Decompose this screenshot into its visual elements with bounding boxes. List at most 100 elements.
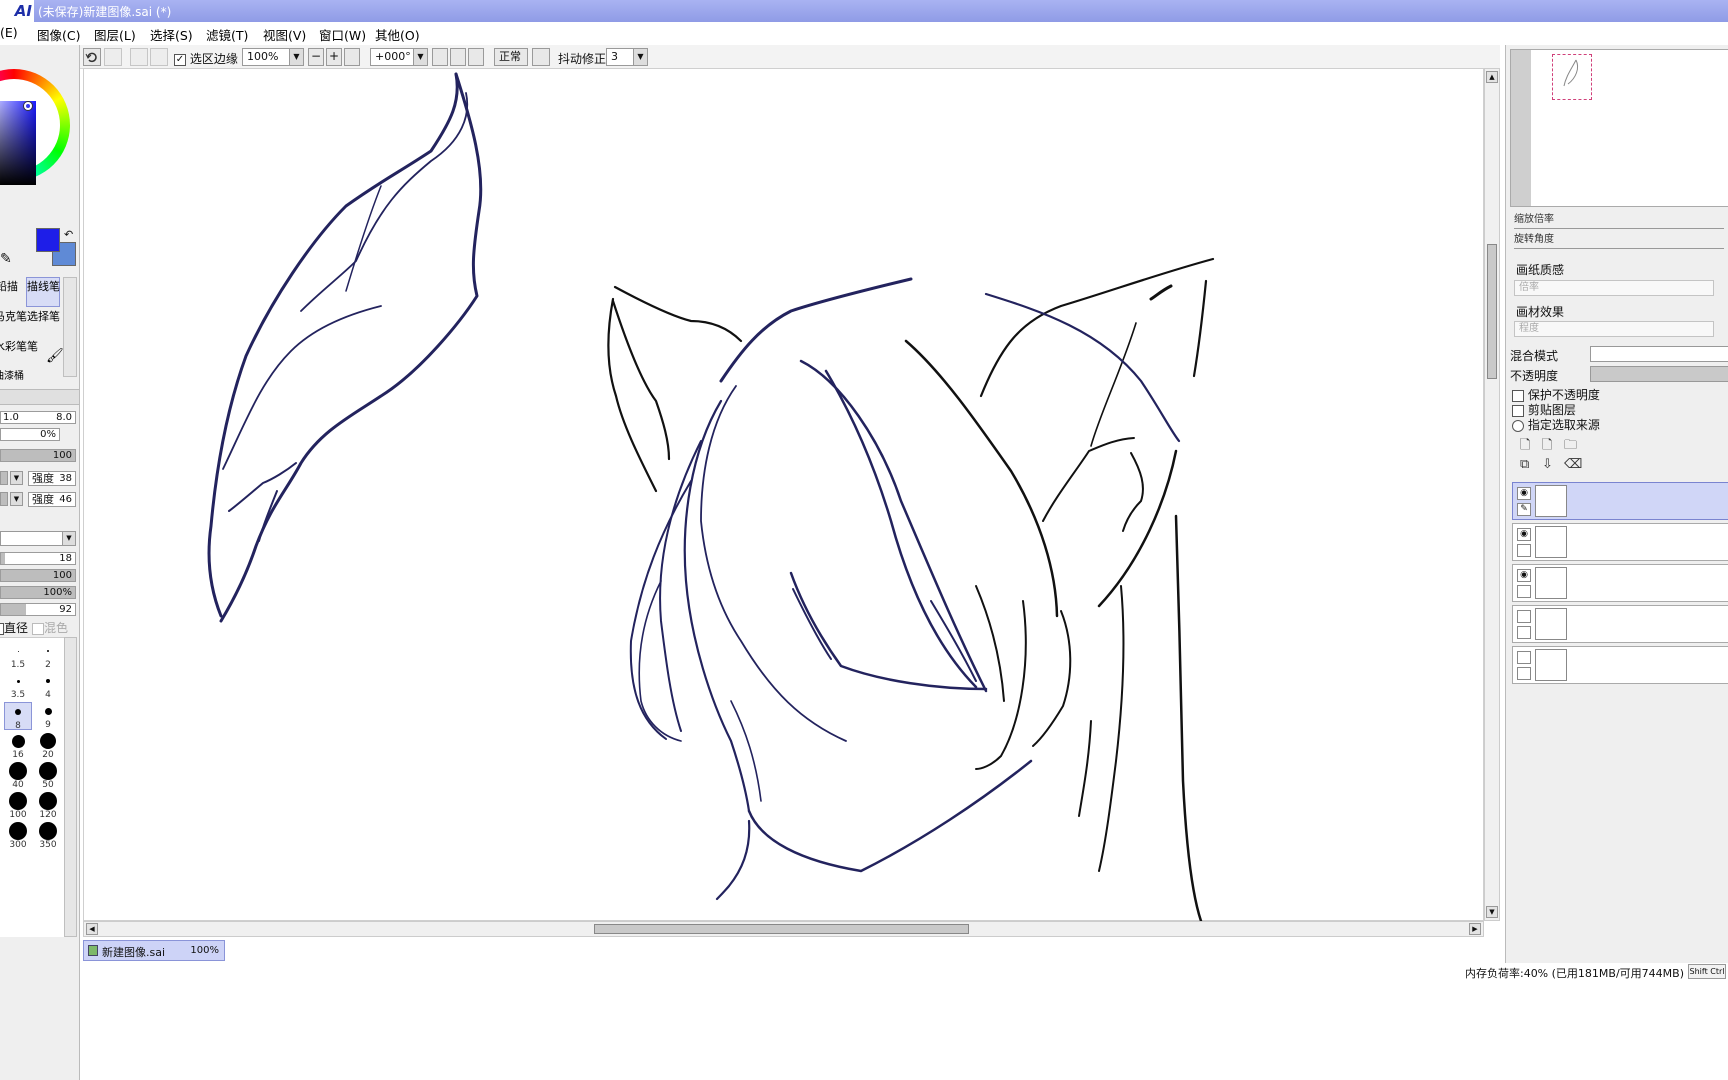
new-folder-icon[interactable]: 🗀: [1564, 436, 1577, 458]
tool-marker[interactable]: 马克笔: [0, 308, 27, 324]
brush-size-option[interactable]: 1.5: [4, 642, 32, 670]
canvas-horizontal-scrollbar[interactable]: ◀ ▶: [83, 921, 1484, 937]
new-layer-icon[interactable]: 🗋: [1520, 436, 1530, 458]
layer-item[interactable]: ◉ ✎: [1512, 482, 1728, 520]
selection-source-toggle[interactable]: 指定选取来源: [1512, 416, 1600, 433]
swap-colors-icon[interactable]: ↶: [64, 228, 73, 241]
menu-window[interactable]: 窗口(W): [319, 25, 366, 44]
menu-select[interactable]: 选择(S): [150, 25, 193, 44]
tool-lineart-pen[interactable]: 描线笔: [27, 278, 60, 294]
chevron-down-icon[interactable]: ▼: [10, 492, 23, 506]
saturation-value-box[interactable]: [0, 101, 36, 185]
brush-size-option[interactable]: 350: [34, 822, 62, 850]
min-size-slider[interactable]: 0%: [0, 428, 60, 441]
brush-size-option[interactable]: 8: [4, 702, 32, 731]
paper-texture-scale-field[interactable]: 倍率: [1514, 280, 1714, 296]
tool-pen[interactable]: 笔: [27, 338, 38, 354]
menu-edit[interactable]: (E): [0, 25, 18, 40]
tool-list-scrollbar[interactable]: [63, 277, 77, 377]
texture-select[interactable]: [0, 492, 8, 506]
zoom-in-button[interactable]: +: [326, 48, 342, 66]
color-picker-handle[interactable]: [24, 102, 32, 110]
zoom-out-button[interactable]: −: [308, 48, 324, 66]
brush-size-scrollbar[interactable]: [64, 637, 77, 937]
scroll-thumb[interactable]: [1487, 244, 1497, 379]
zoom-factor-slider[interactable]: [1514, 224, 1724, 229]
eye-icon[interactable]: ◉: [1517, 528, 1531, 541]
brush-size-option[interactable]: 100: [4, 792, 32, 820]
navigator-preview[interactable]: [1510, 49, 1728, 207]
visibility-toggle[interactable]: [1517, 651, 1531, 664]
scroll-up-icon[interactable]: ▲: [1486, 71, 1498, 83]
opacity-slider[interactable]: [1590, 366, 1728, 382]
brush-size-option[interactable]: 300: [4, 822, 32, 850]
brush-size-option[interactable]: 40: [4, 762, 32, 790]
brush-shape-row[interactable]: [0, 389, 79, 405]
redo-button[interactable]: [104, 48, 122, 66]
brush-size-option[interactable]: 16: [4, 732, 32, 760]
layer-item[interactable]: ◉: [1512, 523, 1728, 561]
rotation-angle-slider[interactable]: [1514, 244, 1724, 249]
tool-pencil[interactable]: 铅描: [0, 278, 18, 294]
invert-selection-button[interactable]: [150, 48, 168, 66]
zoom-select[interactable]: 100% ▼: [242, 48, 304, 66]
deselect-button[interactable]: [130, 48, 148, 66]
selection-edge-toggle[interactable]: ✓ 选区边缘: [174, 50, 238, 67]
layer-item[interactable]: ◉: [1512, 564, 1728, 602]
layer-item[interactable]: [1512, 605, 1728, 643]
diameter-toggle[interactable]: 直径: [0, 619, 28, 636]
blend-select[interactable]: ▼: [0, 531, 76, 546]
brush-size-option[interactable]: 20: [34, 732, 62, 760]
tool-watercolor[interactable]: 水彩笔: [0, 338, 27, 354]
rotate-left-button[interactable]: [432, 48, 448, 66]
chevron-down-icon[interactable]: ▼: [10, 471, 23, 485]
eye-icon[interactable]: ◉: [1517, 487, 1531, 500]
menu-filter[interactable]: 滤镜(T): [206, 25, 248, 44]
undo-button[interactable]: [83, 48, 101, 66]
pencil-icon[interactable]: ✎: [1517, 503, 1531, 516]
scroll-down-icon[interactable]: ▼: [1486, 906, 1498, 918]
scroll-left-icon[interactable]: ◀: [86, 923, 98, 935]
tool-bucket[interactable]: 油漆桶: [0, 367, 24, 382]
lock-toggle[interactable]: [1517, 667, 1531, 680]
lock-toggle[interactable]: [1517, 544, 1531, 557]
brush-size-option[interactable]: 4: [34, 672, 62, 700]
menu-layer[interactable]: 图层(L): [94, 25, 136, 44]
shape-strength-slider[interactable]: 强度 38: [28, 471, 76, 486]
rotate-right-button[interactable]: [450, 48, 466, 66]
primary-color-swatch[interactable]: [36, 228, 60, 252]
blend-mode-button[interactable]: 正常: [494, 48, 528, 66]
merge-down-icon[interactable]: ⇩: [1542, 457, 1553, 472]
scroll-right-icon[interactable]: ▶: [1469, 923, 1481, 935]
paper-effect-strength-field[interactable]: 程度: [1514, 321, 1714, 337]
eyedropper-icon[interactable]: ✎: [0, 251, 12, 267]
menu-view[interactable]: 视图(V): [263, 25, 306, 44]
rotate-reset-button[interactable]: [468, 48, 484, 66]
smoothness-slider[interactable]: 92: [0, 603, 76, 616]
new-vector-layer-icon[interactable]: 🗋: [1542, 436, 1552, 458]
canvas-vertical-scrollbar[interactable]: ▲ ▼: [1484, 68, 1500, 921]
brush-size-option[interactable]: 50: [34, 762, 62, 790]
clear-layer-icon[interactable]: ⌫: [1564, 457, 1582, 472]
lock-toggle[interactable]: [1517, 585, 1531, 598]
menu-image[interactable]: 图像(C): [37, 25, 80, 44]
brush-size-option[interactable]: 3.5: [4, 672, 32, 700]
blending-slider[interactable]: 18: [0, 552, 76, 565]
tool-selection-pen[interactable]: 选择笔: [27, 308, 60, 324]
layer-item[interactable]: [1512, 646, 1728, 684]
visibility-toggle[interactable]: [1517, 610, 1531, 623]
blend-mode-select[interactable]: [1590, 346, 1728, 362]
menu-other[interactable]: 其他(O): [375, 25, 420, 44]
zoom-reset-button[interactable]: [344, 48, 360, 66]
document-tab[interactable]: 新建图像.sai 100%: [83, 940, 225, 961]
persistence-slider[interactable]: 100%: [0, 586, 76, 599]
density-slider[interactable]: 100: [0, 449, 76, 462]
brush-size-option[interactable]: 2: [34, 642, 62, 670]
mix-toggle[interactable]: 混色: [32, 619, 68, 636]
texture-strength-slider[interactable]: 强度 46: [28, 492, 76, 507]
eye-icon[interactable]: ◉: [1517, 569, 1531, 582]
flip-button[interactable]: [532, 48, 550, 66]
stabilizer-select[interactable]: 3 ▼: [606, 48, 648, 66]
rotation-select[interactable]: +000° ▼: [370, 48, 428, 66]
dilution-slider[interactable]: 100: [0, 569, 76, 582]
